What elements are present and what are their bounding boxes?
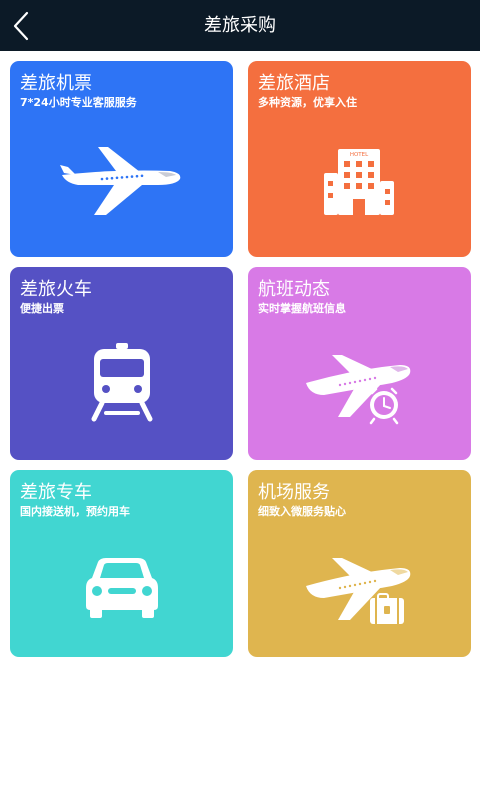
tile-title: 差旅专车 xyxy=(20,482,92,503)
train-icon xyxy=(91,343,153,422)
top-nav-bar: 差旅采购 xyxy=(0,0,480,51)
tile-subtitle: 多种资源，优享入住 xyxy=(258,96,357,109)
tile-title: 差旅机票 xyxy=(20,73,92,94)
tile-title: 差旅酒店 xyxy=(258,73,330,94)
tile-title: 航班动态 xyxy=(258,279,330,300)
tile-flight-status[interactable]: 航班动态 实时掌握航班信息 xyxy=(248,267,471,460)
tile-subtitle: 7*24小时专业客服服务 xyxy=(20,96,137,109)
service-grid: 差旅机票 7*24小时专业客服服务 差旅酒店 多种资源，优享入住 HOTEL 差… xyxy=(10,61,471,657)
hotel-icon: HOTEL xyxy=(324,149,394,215)
hotel-sign-text: HOTEL xyxy=(350,152,369,158)
airplane-icon xyxy=(60,147,181,215)
page-title: 差旅采购 xyxy=(204,15,276,36)
tile-airport-service[interactable]: 机场服务 细致入微服务贴心 xyxy=(248,470,471,657)
tile-hotel[interactable]: 差旅酒店 多种资源，优享入住 HOTEL xyxy=(248,61,471,257)
tile-title: 机场服务 xyxy=(258,482,330,503)
tile-subtitle: 实时掌握航班信息 xyxy=(258,302,346,315)
tile-title: 差旅火车 xyxy=(20,279,92,300)
car-icon xyxy=(86,558,158,618)
tile-flight-tickets[interactable]: 差旅机票 7*24小时专业客服服务 xyxy=(10,61,233,257)
tile-subtitle: 细致入微服务贴心 xyxy=(258,505,346,518)
tile-subtitle: 国内接送机，预约用车 xyxy=(20,505,130,518)
airplane-clock-icon xyxy=(306,355,411,425)
tile-train[interactable]: 差旅火车 便捷出票 xyxy=(10,267,233,460)
tile-car[interactable]: 差旅专车 国内接送机，预约用车 xyxy=(10,470,233,657)
tile-subtitle: 便捷出票 xyxy=(20,302,64,315)
airplane-luggage-icon xyxy=(306,558,411,624)
